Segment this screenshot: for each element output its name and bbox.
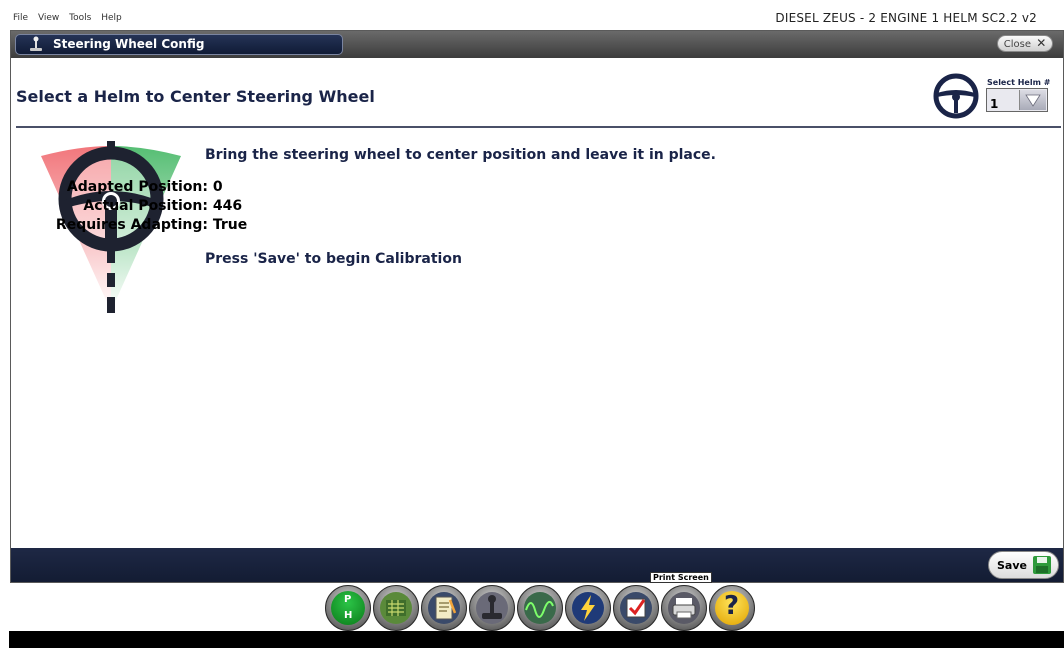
save-label: Save (997, 559, 1027, 572)
requires-adapting-label: Requires Adapting: (55, 217, 208, 233)
steering-wheel-icon (933, 73, 979, 119)
actual-position-value: 446 (212, 198, 243, 214)
window-title: Steering Wheel Config (53, 37, 205, 51)
steering-config-window: Steering Wheel Config Close ✕ Select a H… (10, 30, 1064, 583)
save-hint-text: Press 'Save' to begin Calibration (205, 251, 462, 267)
bottom-toolbar: P H ? (325, 585, 755, 633)
window-titlebar: Steering Wheel Config Close ✕ (11, 31, 1063, 58)
menu-items: File View Tools Help (13, 13, 129, 23)
floppy-disk-icon (1033, 556, 1051, 574)
joystick-button[interactable] (469, 585, 515, 631)
menu-tools[interactable]: Tools (69, 13, 91, 23)
chevron-down-icon[interactable] (1019, 90, 1046, 110)
checklist-icon (620, 592, 652, 624)
help-icon: ? (715, 591, 749, 625)
actual-position-row: Actual Position: 446 (30, 198, 242, 214)
requires-adapting-value: True (212, 217, 248, 233)
joystick-icon (476, 592, 508, 624)
ph-p-letter: P (344, 594, 352, 605)
app-title: DIESEL ZEUS - 2 ENGINE 1 HELM SC2.2 v2 (775, 11, 1037, 25)
header-divider (16, 126, 1061, 128)
adapted-position-value: 0 (212, 179, 223, 195)
ph-mode-icon: P H (331, 591, 365, 625)
menu-bar: File View Tools Help DIESEL ZEUS - 2 ENG… (0, 0, 1064, 26)
ph-mode-button[interactable]: P H (325, 585, 371, 631)
requires-adapting-row: Requires Adapting: True (30, 217, 247, 233)
lightning-icon (572, 592, 604, 624)
helm-select-value: 1 (990, 97, 999, 111)
checklist-button[interactable] (613, 585, 659, 631)
adapted-position-label: Adapted Position: (66, 179, 208, 195)
printer-button[interactable] (661, 585, 707, 631)
helm-select[interactable]: 1 (986, 88, 1048, 112)
adapted-position-row: Adapted Position: 0 (30, 179, 223, 195)
helm-select-label: Select Helm # (987, 78, 1051, 87)
menu-file[interactable]: File (13, 13, 28, 23)
close-button[interactable]: Close ✕ (997, 35, 1053, 52)
menu-help[interactable]: Help (101, 13, 122, 23)
notepad-button[interactable] (421, 585, 467, 631)
notepad-icon (428, 592, 460, 624)
waveform-button[interactable] (517, 585, 563, 631)
lightning-button[interactable] (565, 585, 611, 631)
close-icon: ✕ (1036, 36, 1047, 50)
close-label: Close (1003, 39, 1031, 50)
waveform-icon (524, 592, 556, 624)
circuit-board-button[interactable] (373, 585, 419, 631)
bottom-black-strip (9, 631, 1064, 648)
menu-view[interactable]: View (38, 13, 59, 23)
help-question-mark: ? (724, 591, 740, 621)
window-title-pill: Steering Wheel Config (15, 34, 343, 55)
printer-icon (668, 592, 700, 624)
save-button[interactable]: Save (988, 551, 1059, 579)
print-screen-tooltip: Print Screen (650, 572, 712, 583)
joystick-icon (30, 36, 42, 51)
ph-h-letter: H (344, 610, 353, 621)
circuit-board-icon (380, 592, 412, 624)
instruction-text: Bring the steering wheel to center posit… (205, 147, 716, 163)
page-title: Select a Helm to Center Steering Wheel (16, 87, 375, 106)
bottom-bar: Save (11, 548, 1063, 582)
actual-position-label: Actual Position: (83, 198, 208, 214)
help-button[interactable]: ? (709, 585, 755, 631)
